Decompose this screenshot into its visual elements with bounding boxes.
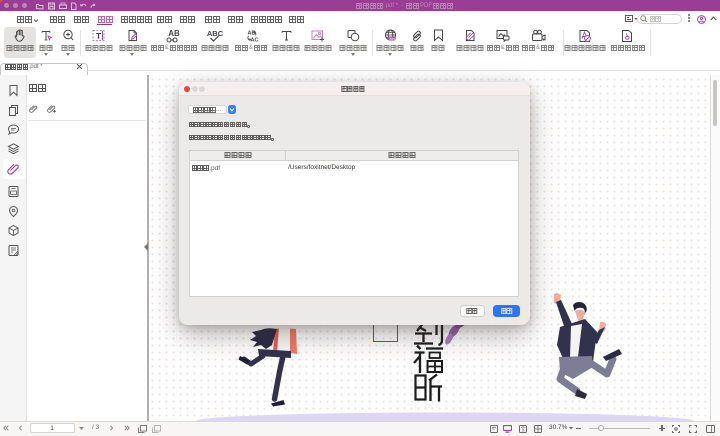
svg-text:Web: Web: [389, 36, 396, 40]
svg-text:AC: AC: [250, 37, 258, 43]
